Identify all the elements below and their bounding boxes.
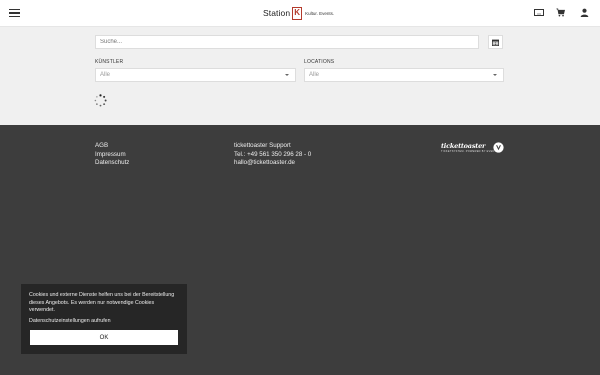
artists-select[interactable]: Alle — [95, 68, 296, 82]
privacy-settings-link[interactable]: Datenschutzeinstellungen aufrufen — [29, 318, 111, 324]
tickettoaster-mark-icon — [493, 142, 504, 153]
cookie-message: Cookies und externe Dienste helfen uns b… — [29, 292, 175, 314]
footer-legal-links: AGB Impressum Datenschutz — [95, 142, 129, 168]
chevron-down-icon — [493, 74, 497, 76]
cart-icon[interactable] — [556, 8, 565, 17]
datenschutz-link[interactable]: Datenschutz — [95, 159, 129, 168]
brand-subline: TICKETSYSTEM. POWERED BY EVENTIM — [441, 150, 500, 153]
support-title: tickettoaster Support — [234, 142, 291, 149]
search-input[interactable] — [95, 35, 479, 49]
user-icon[interactable] — [580, 8, 589, 17]
station-k-logo[interactable]: Station K Kultur. Events. — [263, 6, 334, 20]
loading-spinner-icon — [94, 94, 107, 107]
logo-tagline: Kultur. Events. — [305, 10, 335, 16]
calendar-icon — [492, 39, 499, 46]
calendar-button[interactable] — [488, 35, 503, 49]
locations-select-value: Alle — [309, 72, 320, 78]
impressum-link[interactable]: Impressum — [95, 151, 129, 160]
chevron-down-icon — [285, 74, 289, 76]
logo-k-mark: K — [292, 6, 303, 20]
brand-name: tickettoaster — [441, 142, 486, 150]
menu-icon[interactable] — [9, 9, 20, 18]
agb-link[interactable]: AGB — [95, 142, 129, 151]
locations-select[interactable]: Alle — [304, 68, 504, 82]
cookie-banner: Cookies und externe Dienste helfen uns b… — [21, 284, 187, 354]
cookie-ok-button[interactable]: OK — [30, 330, 178, 345]
event-filter-area: KÜNSTLER Alle LOCATIONS Alle — [0, 27, 600, 125]
support-phone[interactable]: Tel.: +49 561 350 296 28 - 0 — [234, 151, 311, 160]
logo-station-text: Station — [263, 8, 291, 18]
tickettoaster-logo[interactable]: tickettoaster TICKETSYSTEM. POWERED BY E… — [441, 142, 504, 154]
voucher-icon[interactable]: ▭ — [534, 9, 544, 16]
artists-select-value: Alle — [100, 72, 111, 78]
locations-filter-label: LOCATIONS — [304, 59, 335, 65]
footer-support: tickettoaster Support Tel.: +49 561 350 … — [234, 142, 311, 168]
artists-filter-label: KÜNSTLER — [95, 59, 124, 65]
support-email-link[interactable]: hallo@tickettoaster.de — [234, 159, 311, 168]
site-header: Station K Kultur. Events. ▭ — [0, 0, 600, 27]
